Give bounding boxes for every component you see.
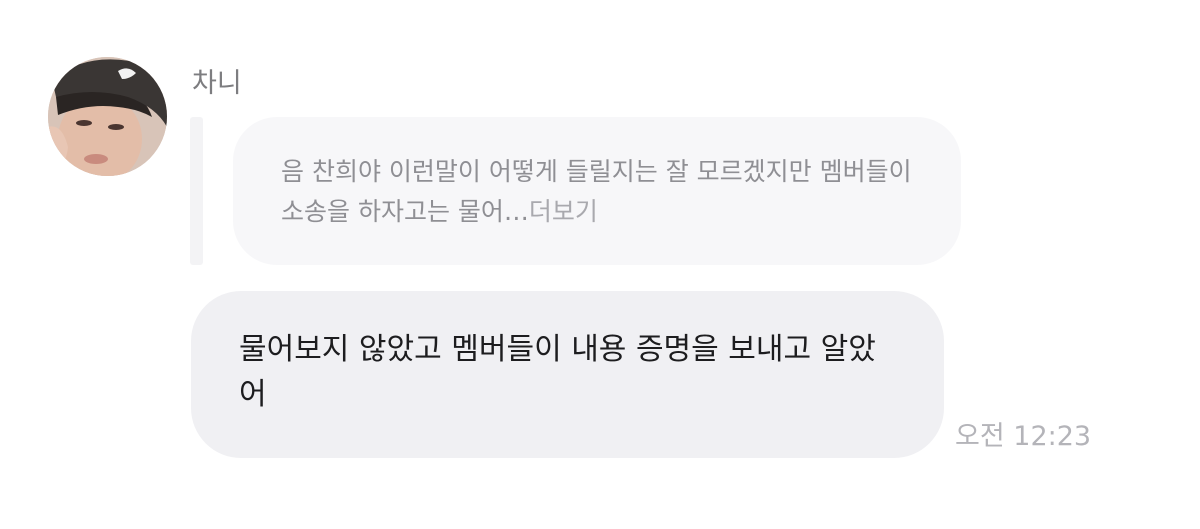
sender-name: 차니 bbox=[192, 68, 242, 99]
more-link[interactable]: 더보기 bbox=[529, 197, 598, 226]
message-bubble[interactable]: 물어보지 않았고 멤버들이 내용 증명을 보내고 알았어 bbox=[191, 291, 944, 458]
reply-preview-text: 음 찬희야 이런말이 어떻게 들릴지는 잘 모르겠지만 멤버들이 소송을 하자고… bbox=[281, 152, 921, 232]
avatar[interactable] bbox=[48, 57, 167, 176]
message-text: 물어보지 않았고 멤버들이 내용 증명을 보내고 알았어 bbox=[239, 332, 876, 412]
reply-indicator-bar bbox=[190, 117, 203, 265]
message-timestamp: 오전 12:23 bbox=[955, 421, 1092, 452]
reply-preview-bubble[interactable]: 음 찬희야 이런말이 어떻게 들릴지는 잘 모르겠지만 멤버들이 소송을 하자고… bbox=[233, 117, 961, 265]
profile-photo-avatar-icon bbox=[48, 57, 167, 176]
